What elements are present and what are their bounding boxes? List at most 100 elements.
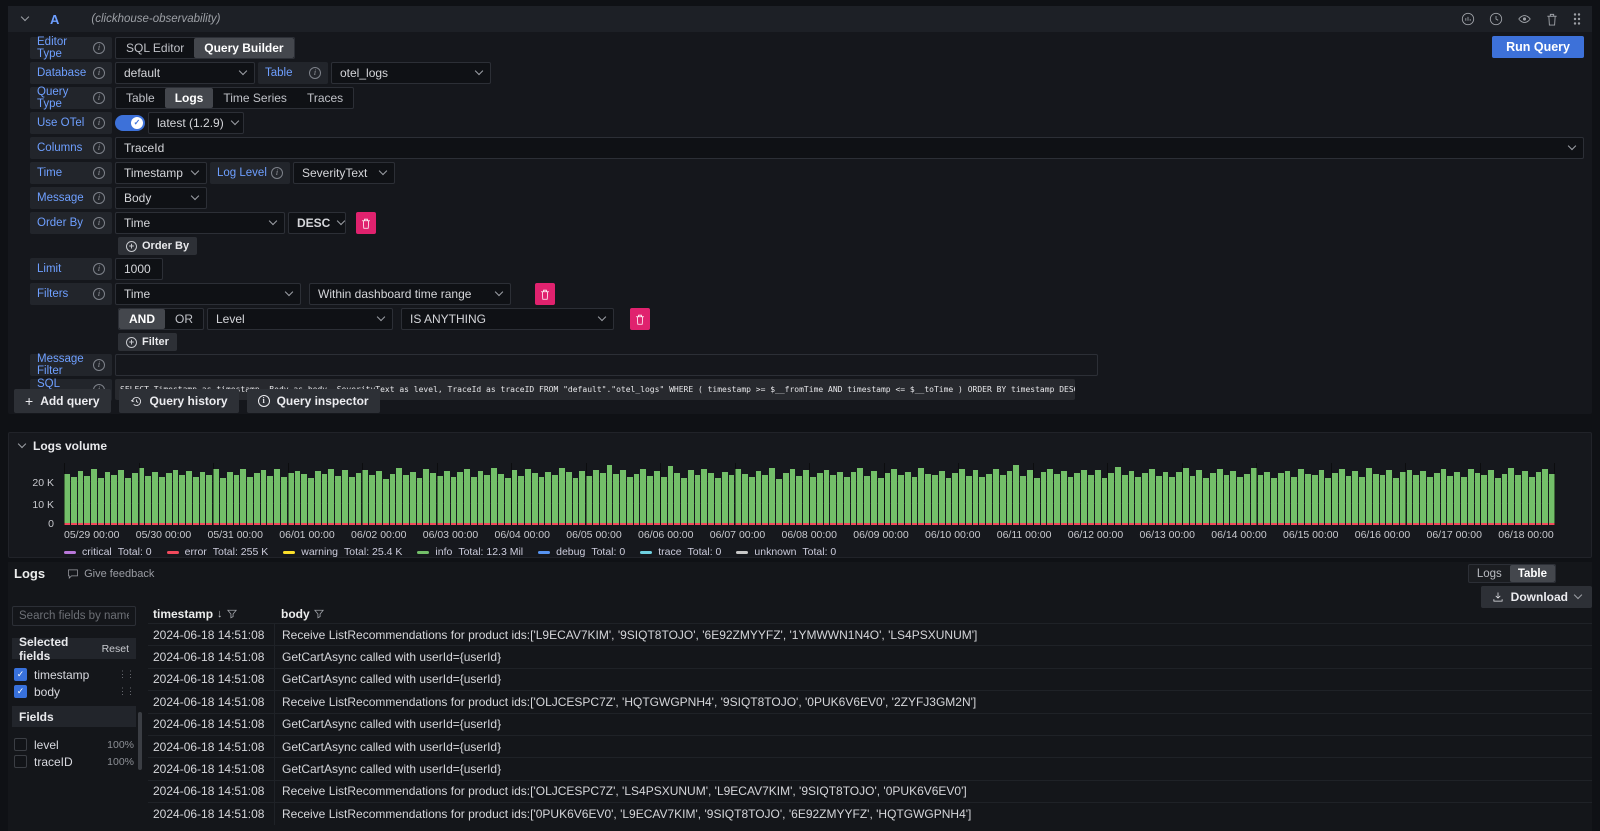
chart-icon[interactable]	[1461, 12, 1475, 26]
info-icon[interactable]: i	[93, 142, 105, 154]
legend-item[interactable]: error Total: 255 K	[167, 546, 269, 558]
legend-item[interactable]: debug Total: 0	[538, 546, 625, 558]
columns-multiselect[interactable]: TraceId	[115, 137, 1584, 159]
legend-item[interactable]: trace Total: 0	[640, 546, 721, 558]
collapse-chevron-icon[interactable]	[21, 13, 29, 21]
table-row[interactable]: 2024-06-18 14:51:08 GetCartAsync called …	[148, 757, 1592, 779]
field-checkbox[interactable]: ✓	[14, 685, 27, 698]
field-checkbox[interactable]	[14, 738, 27, 751]
give-feedback-link[interactable]: Give feedback	[67, 568, 154, 580]
add-filter-button[interactable]: +Filter	[118, 333, 177, 351]
filter2-field-select[interactable]: Level	[207, 308, 393, 330]
filter-icon[interactable]	[227, 609, 237, 619]
table-select[interactable]: otel_logs	[331, 62, 491, 84]
table-row[interactable]: 2024-06-18 14:51:08 Receive ListRecommen…	[148, 780, 1592, 802]
legend-item[interactable]: unknown Total: 0	[736, 546, 836, 558]
timestamp-column-header[interactable]: timestamp	[153, 607, 213, 621]
conjunction-and[interactable]: AND	[119, 309, 165, 329]
history-icon[interactable]	[1489, 12, 1503, 26]
info-icon[interactable]: i	[93, 263, 105, 275]
query-type-option-logs[interactable]: Logs	[165, 88, 214, 108]
field-checkbox[interactable]	[14, 755, 27, 768]
reset-button[interactable]: Reset	[102, 643, 129, 655]
field-checkbox[interactable]: ✓	[14, 668, 27, 681]
drag-handle-icon[interactable]: ⋮⋮	[118, 669, 134, 680]
search-fields-input[interactable]	[12, 606, 136, 626]
panel-collapse-chevron-icon[interactable]	[18, 440, 26, 448]
field-row[interactable]: ✓ body ⋮⋮	[12, 683, 136, 700]
order-by-direction-select[interactable]: DESC	[288, 212, 346, 234]
log-level-column-select[interactable]: SeverityText	[293, 162, 395, 184]
info-icon[interactable]: i	[93, 117, 105, 129]
eye-icon[interactable]	[1517, 12, 1532, 26]
message-filter-input[interactable]	[115, 354, 1098, 376]
table-row[interactable]: 2024-06-18 14:51:08 GetCartAsync called …	[148, 668, 1592, 690]
editor-type-option-sql-editor[interactable]: SQL Editor	[116, 38, 194, 58]
body-column-header[interactable]: body	[281, 607, 310, 621]
legend-item[interactable]: warning Total: 25.4 K	[283, 546, 402, 558]
query-type-option-time-series[interactable]: Time Series	[213, 88, 297, 108]
info-icon[interactable]: i	[93, 92, 105, 104]
sidebar-scrollbar[interactable]	[138, 712, 142, 770]
logs-volume-chart[interactable]	[64, 463, 1554, 525]
info-icon[interactable]: i	[271, 167, 283, 179]
editor-type-option-query-builder[interactable]: Query Builder	[194, 38, 293, 58]
filter2-operator-select[interactable]: IS ANYTHING	[401, 308, 614, 330]
query-history-button[interactable]: Query history	[119, 389, 239, 413]
remove-filter1-button[interactable]	[535, 283, 555, 305]
info-icon[interactable]: i	[93, 359, 105, 371]
query-row-header[interactable]: A (clickhouse-observability)	[8, 6, 1592, 32]
table-row[interactable]: 2024-06-18 14:51:08 Receive ListRecommen…	[148, 802, 1592, 824]
query-inspector-button[interactable]: iQuery inspector	[247, 389, 380, 413]
sort-desc-icon[interactable]: ↓	[217, 608, 223, 620]
info-icon[interactable]: i	[93, 42, 105, 54]
filter1-field-select[interactable]: Time	[115, 283, 301, 305]
legend-item[interactable]: info Total: 12.3 Mil	[417, 546, 523, 558]
info-icon[interactable]: i	[309, 67, 321, 79]
info-icon[interactable]: i	[93, 217, 105, 229]
otel-version-select[interactable]: latest (1.2.9)	[148, 112, 244, 134]
field-row[interactable]: traceID 100%	[12, 753, 136, 770]
trash-icon[interactable]	[1546, 13, 1558, 26]
limit-input[interactable]: 1000	[115, 258, 163, 280]
time-column-select[interactable]: Timestamp	[115, 162, 207, 184]
table-row[interactable]: 2024-06-18 14:51:08 GetCartAsync called …	[148, 645, 1592, 667]
info-icon[interactable]: i	[93, 288, 105, 300]
table-row[interactable]: 2024-06-18 14:51:08 GetCartAsync called …	[148, 735, 1592, 757]
query-type-option-traces[interactable]: Traces	[297, 88, 353, 108]
run-query-button[interactable]: Run Query	[1492, 36, 1584, 58]
add-query-button[interactable]: +Add query	[14, 389, 111, 413]
volume-bar	[661, 477, 667, 525]
table-row[interactable]: 2024-06-18 14:51:08 Receive ListRecommen…	[148, 690, 1592, 712]
info-icon[interactable]: i	[93, 167, 105, 179]
legend-item[interactable]: critical Total: 0	[64, 546, 152, 558]
table-row[interactable]: 2024-06-18 14:51:08 Receive ListRecommen…	[148, 623, 1592, 645]
chevron-down-icon	[495, 288, 503, 296]
field-row[interactable]: level 100%	[12, 736, 136, 753]
remove-order-by-button[interactable]	[356, 212, 376, 234]
query-type-option-table[interactable]: Table	[116, 88, 165, 108]
message-column-select[interactable]: Body	[115, 187, 207, 209]
info-icon[interactable]: i	[93, 192, 105, 204]
view-option-table[interactable]: Table	[1510, 565, 1555, 582]
volume-bar	[173, 470, 179, 525]
drag-handle-icon[interactable]	[1572, 12, 1582, 26]
volume-bar	[159, 477, 165, 525]
volume-bar	[749, 477, 755, 525]
database-select[interactable]: default	[115, 62, 255, 84]
volume-bar	[885, 473, 891, 525]
filter1-operator-select[interactable]: Within dashboard time range	[309, 283, 511, 305]
use-otel-toggle[interactable]: ✓	[115, 115, 145, 131]
legend-label: critical	[82, 546, 112, 558]
field-row[interactable]: ✓ timestamp ⋮⋮	[12, 666, 136, 683]
add-order-by-button[interactable]: +Order By	[118, 237, 197, 255]
view-option-logs[interactable]: Logs	[1469, 565, 1510, 582]
remove-filter2-button[interactable]	[630, 308, 650, 330]
filter-icon[interactable]	[314, 609, 324, 619]
conjunction-or[interactable]: OR	[165, 309, 203, 329]
volume-bar	[925, 474, 931, 525]
drag-handle-icon[interactable]: ⋮⋮	[118, 686, 134, 697]
order-by-field-select[interactable]: Time	[115, 212, 285, 234]
info-icon[interactable]: i	[93, 67, 105, 79]
table-row[interactable]: 2024-06-18 14:51:08 GetCartAsync called …	[148, 713, 1592, 735]
